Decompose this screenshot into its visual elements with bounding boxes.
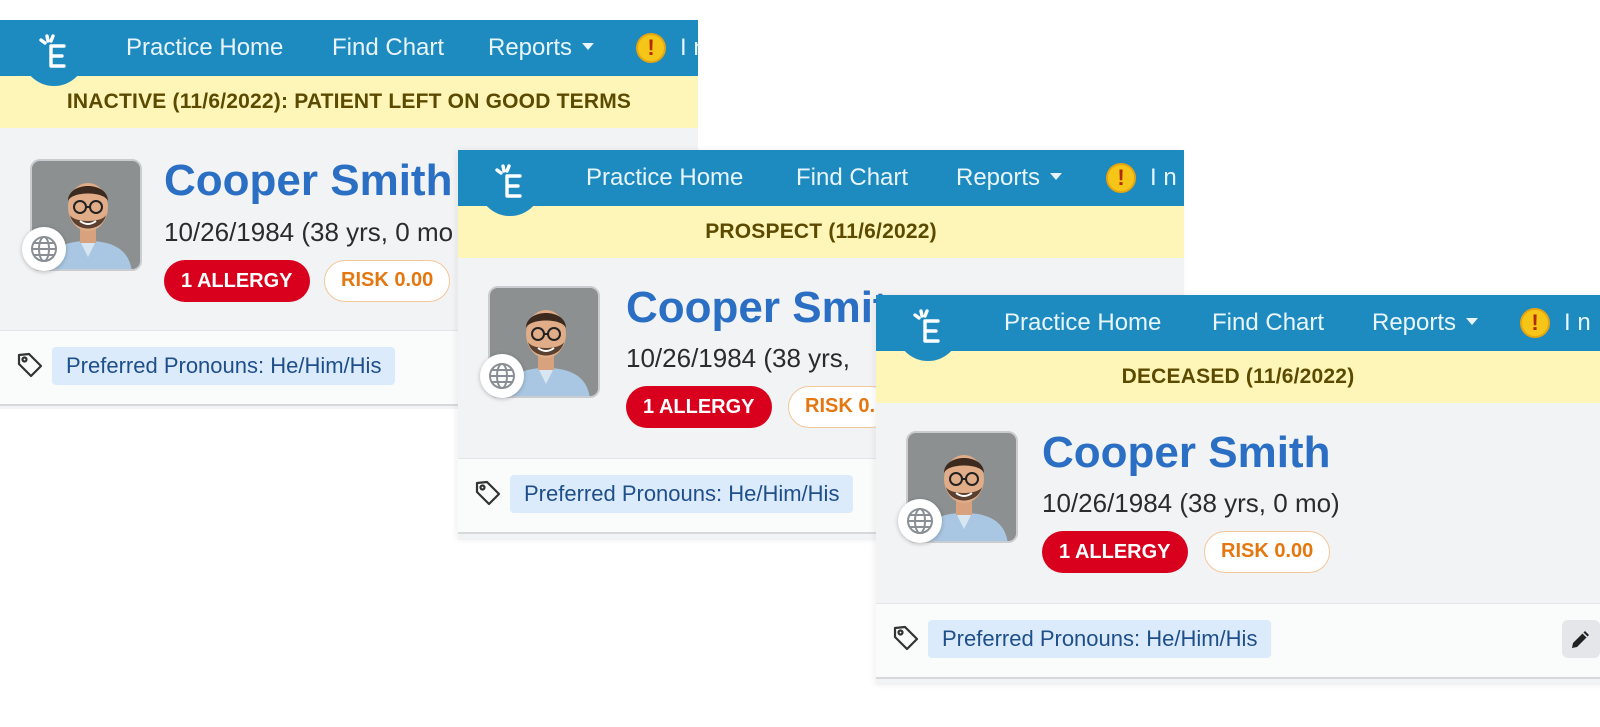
risk-badge[interactable]: RISK 0.00: [324, 260, 451, 302]
nav-practice-home[interactable]: Practice Home: [126, 34, 283, 62]
patient-name[interactable]: Cooper Smith: [1042, 427, 1330, 479]
nav-reports[interactable]: Reports: [1372, 309, 1479, 337]
patient-name[interactable]: Cooper Smit: [626, 282, 888, 334]
patient-dob: 10/26/1984 (38 yrs, 0 mo): [1042, 488, 1340, 518]
top-navigation-bar: Practice Home Find Chart Reports ! I n: [0, 20, 698, 76]
nav-find-chart[interactable]: Find Chart: [332, 34, 444, 62]
nav-reports-label[interactable]: Reports: [1372, 309, 1456, 336]
caret-down-icon: [1466, 318, 1479, 326]
globe-icon[interactable]: [22, 227, 66, 271]
tag-icon: [17, 352, 43, 378]
globe-icon[interactable]: [480, 354, 524, 398]
caret-down-icon: [582, 43, 595, 51]
caret-down-icon: [1050, 173, 1063, 181]
nav-reports[interactable]: Reports: [956, 164, 1063, 192]
edit-tags-button[interactable]: [1562, 620, 1600, 658]
nav-reports[interactable]: Reports: [488, 34, 595, 62]
patient-name[interactable]: Cooper Smith: [164, 155, 452, 207]
status-banner: PROSPECT (11/6/2022): [458, 206, 1184, 258]
allergy-badge[interactable]: 1 ALLERGY: [164, 260, 310, 302]
pronoun-tag[interactable]: Preferred Pronouns: He/Him/His: [52, 347, 396, 385]
pencil-icon: [1572, 631, 1589, 648]
patient-dob: 10/26/1984 (38 yrs,: [626, 343, 851, 373]
nav-find-chart[interactable]: Find Chart: [796, 164, 908, 192]
elation-logo-icon[interactable]: [22, 22, 86, 86]
status-banner: INACTIVE (11/6/2022): PATIENT LEFT ON GO…: [0, 76, 698, 128]
alert-icon[interactable]: !: [1106, 163, 1136, 193]
patient-chart-panel-deceased: Practice Home Find Chart Reports ! I n D…: [876, 295, 1600, 685]
nav-truncated-item[interactable]: I n: [1564, 309, 1591, 337]
nav-practice-home[interactable]: Practice Home: [586, 164, 743, 192]
tag-bar: Preferred Pronouns: He/Him/His: [876, 603, 1600, 679]
globe-icon[interactable]: [898, 499, 942, 543]
top-navigation-bar: Practice Home Find Chart Reports ! I n: [458, 150, 1184, 206]
elation-logo-icon[interactable]: [896, 297, 960, 361]
patient-dob: 10/26/1984 (38 yrs, 0 mo: [164, 217, 454, 247]
elation-logo-icon[interactable]: [478, 152, 542, 216]
alert-icon[interactable]: !: [636, 33, 666, 63]
nav-reports-label[interactable]: Reports: [488, 34, 572, 61]
tag-icon: [893, 625, 919, 651]
tag-icon: [475, 480, 501, 506]
pronoun-tag[interactable]: Preferred Pronouns: He/Him/His: [928, 620, 1272, 658]
allergy-badge[interactable]: 1 ALLERGY: [626, 386, 772, 428]
nav-find-chart[interactable]: Find Chart: [1212, 309, 1324, 337]
nav-practice-home[interactable]: Practice Home: [1004, 309, 1161, 337]
nav-truncated-item[interactable]: I n: [680, 34, 698, 62]
top-navigation-bar: Practice Home Find Chart Reports ! I n: [876, 295, 1600, 351]
pronoun-tag[interactable]: Preferred Pronouns: He/Him/His: [510, 475, 854, 513]
alert-icon[interactable]: !: [1520, 308, 1550, 338]
allergy-badge[interactable]: 1 ALLERGY: [1042, 531, 1188, 573]
risk-badge[interactable]: RISK 0.00: [1204, 531, 1331, 573]
status-banner: DECEASED (11/6/2022): [876, 351, 1600, 403]
nav-truncated-item[interactable]: I n: [1150, 164, 1177, 192]
nav-reports-label[interactable]: Reports: [956, 164, 1040, 191]
